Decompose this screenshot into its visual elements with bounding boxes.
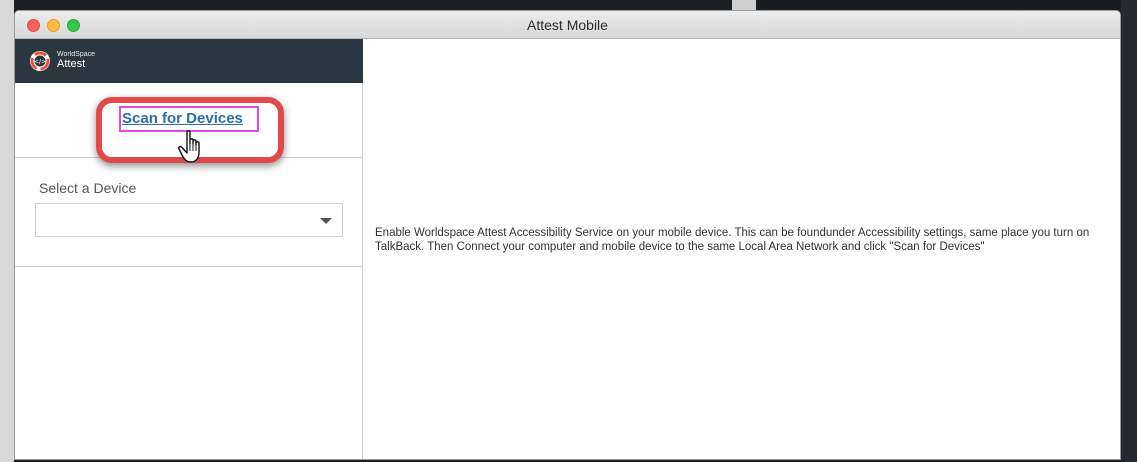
brand-header: </> WorldSpace Attest xyxy=(15,39,363,83)
brand-line-1: WorldSpace xyxy=(57,51,96,58)
scan-section: Scan for Devices xyxy=(15,83,363,163)
attest-logo-icon: </> xyxy=(30,51,50,71)
desktop-background-top xyxy=(732,0,756,10)
app-window: Attest Mobile </> WorldSpace Attest Scan… xyxy=(14,10,1121,460)
scan-for-devices-link[interactable]: Scan for Devices xyxy=(122,110,243,127)
brand-line-2: Attest xyxy=(57,58,86,70)
device-section: Select a Device xyxy=(15,158,363,267)
title-bar[interactable]: Attest Mobile xyxy=(15,11,1120,39)
desktop-background-top-right xyxy=(756,0,1137,10)
main-panel: Enable Worldspace Attest Accessibility S… xyxy=(363,39,1120,459)
select-device-label: Select a Device xyxy=(39,180,137,196)
sidebar: </> WorldSpace Attest Scan for Devices S… xyxy=(15,39,363,459)
device-dropdown[interactable] xyxy=(35,203,343,237)
desktop-background-left xyxy=(0,0,14,462)
desktop-background-right xyxy=(1121,0,1137,462)
brand-name: WorldSpace Attest xyxy=(57,51,95,70)
window-title: Attest Mobile xyxy=(527,17,608,33)
caret-down-icon xyxy=(320,218,332,224)
instructions-text: Enable Worldspace Attest Accessibility S… xyxy=(375,227,1090,253)
svg-text:</>: </> xyxy=(34,59,46,66)
